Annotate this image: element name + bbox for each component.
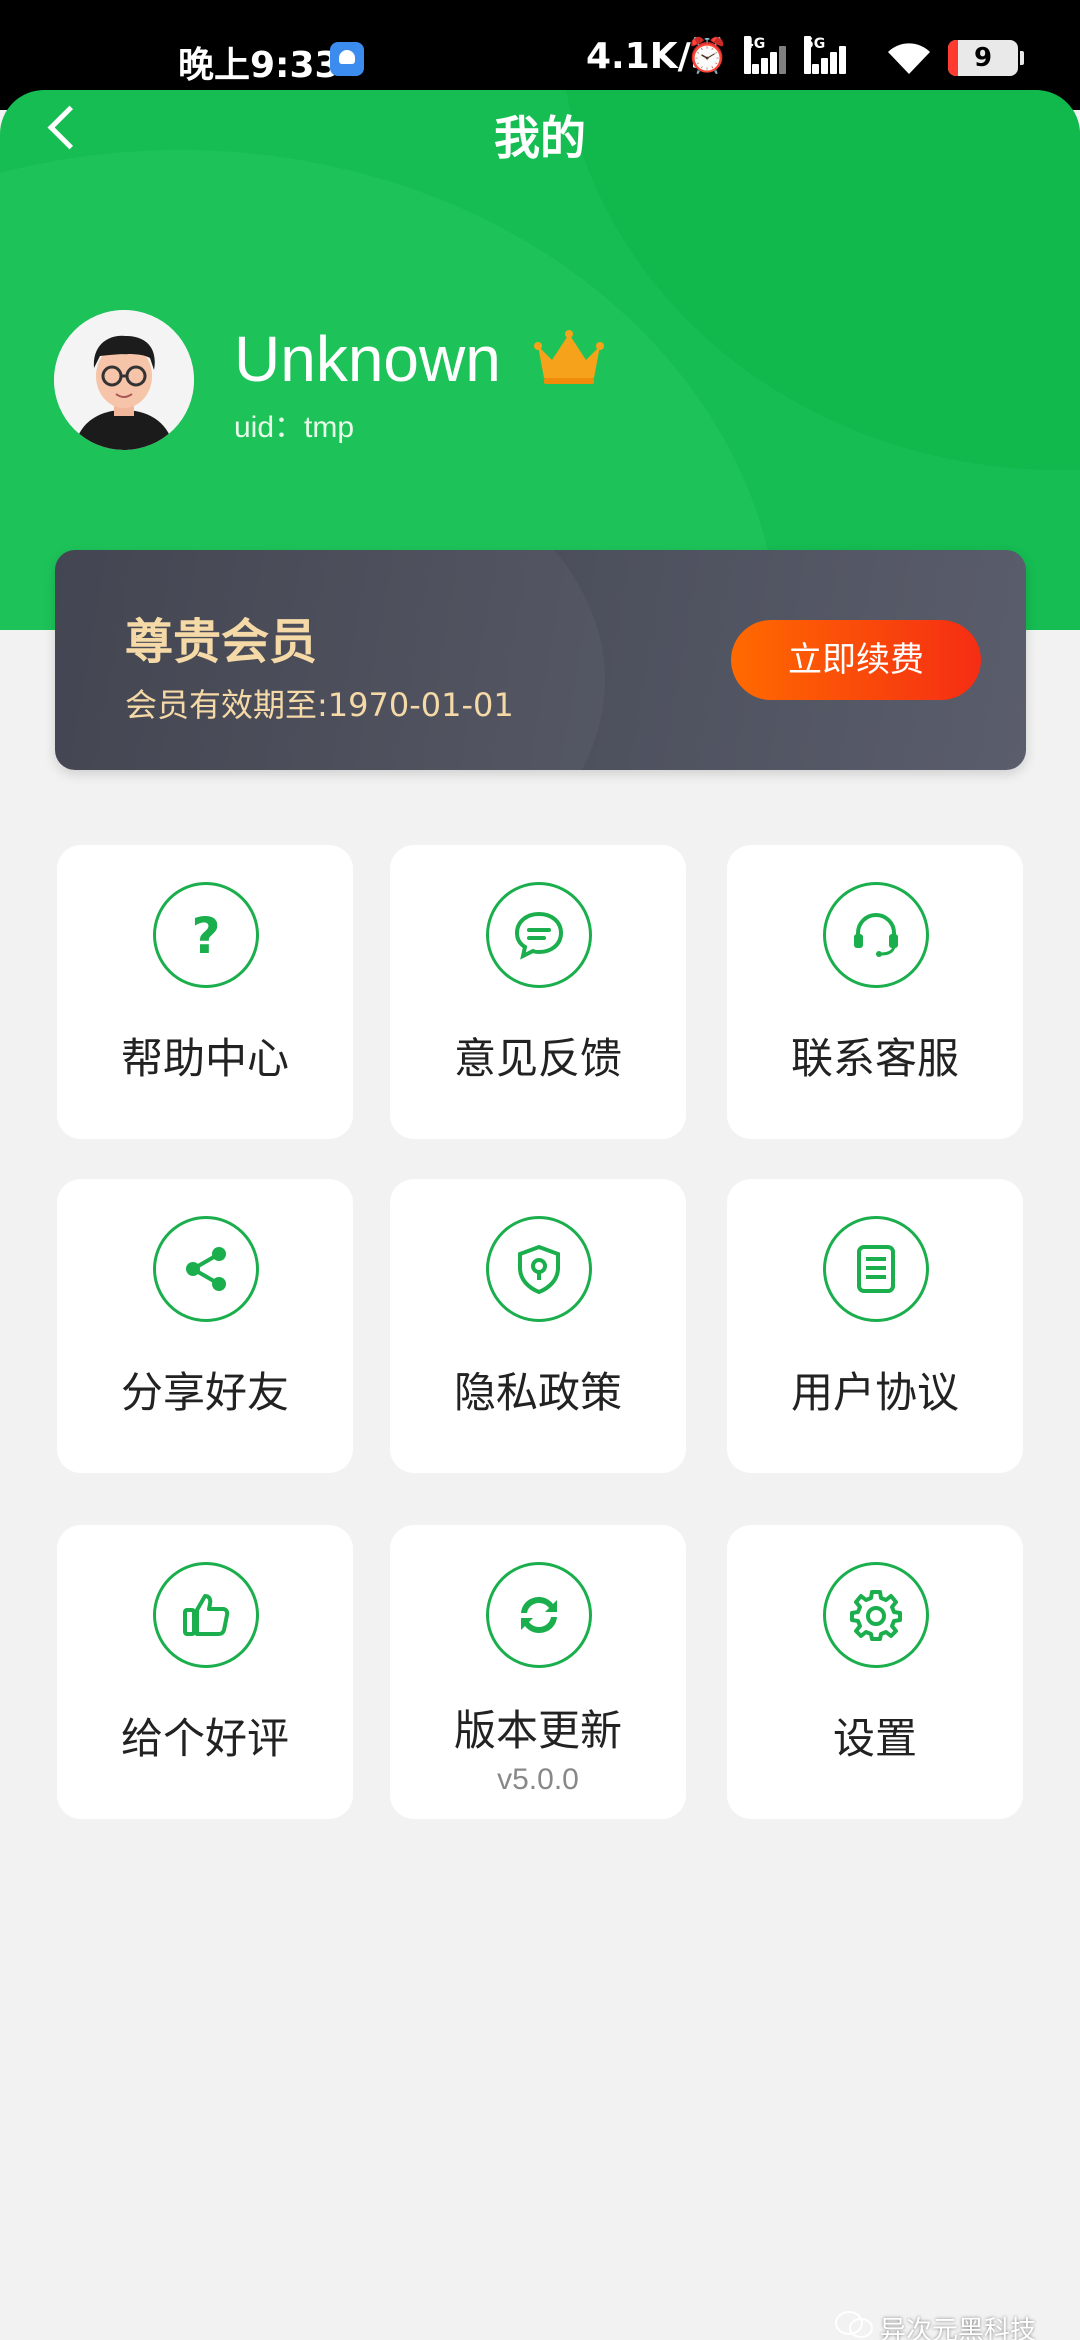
menu-label: 给个好评 [120,1714,289,1763]
gear-icon [823,1562,929,1668]
shield-icon [486,1216,592,1322]
vip-expiry: 会员有效期至:1970-01-01 [125,686,514,724]
menu-item-privacy-policy[interactable]: 隐私政策 [390,1179,686,1473]
version-number: v5.0.0 [497,1763,579,1796]
signal-4g-icon: 4G [744,36,788,74]
menu-item-feedback[interactable]: 意见反馈 [390,845,686,1139]
feedback-icon [486,882,592,988]
share-icon [153,1216,259,1322]
alarm-icon: ⏰ [686,36,729,76]
watermark: 异次元黑科技 [880,2316,1037,2340]
menu-label: 设置 [832,1714,917,1763]
menu-label: 版本更新 [453,1706,622,1755]
menu-item-rate[interactable]: 给个好评 [57,1525,353,1819]
avatar[interactable] [54,310,194,450]
menu-label: 分享好友 [120,1368,289,1417]
menu-label: 隐私政策 [453,1368,622,1417]
vip-title: 尊贵会员 [125,614,318,670]
status-time: 晚上9:33 [178,45,340,86]
menu-label: 帮助中心 [120,1034,289,1083]
menu-item-user-agreement[interactable]: 用户协议 [727,1179,1023,1473]
wifi-icon [884,38,934,87]
username: Unknown [234,323,501,395]
help-icon: ? [153,882,259,988]
menu-label: 联系客服 [790,1034,959,1083]
menu-label: 用户协议 [790,1368,959,1417]
battery-indicator: 9 [948,40,1024,76]
signal-5g-icon: 5G [804,36,848,74]
menu-item-contact-service[interactable]: 联系客服 [727,845,1023,1139]
document-icon [823,1216,929,1322]
thumbs-up-icon [153,1562,259,1668]
renew-button[interactable]: 立即续费 [731,620,981,700]
wechat-icon [834,2310,874,2340]
svg-text:?: ? [191,908,220,962]
refresh-icon [486,1562,592,1668]
headset-icon [823,882,929,988]
android-app-icon [330,42,364,76]
crown-icon [532,330,606,386]
menu-label: 意见反馈 [453,1034,622,1083]
menu-item-version-update[interactable]: 版本更新 v5.0.0 [390,1525,686,1819]
page-title: 我的 [494,111,586,165]
vip-card: 尊贵会员 会员有效期至:1970-01-01 立即续费 [55,550,1026,770]
menu-item-share-friends[interactable]: 分享好友 [57,1179,353,1473]
menu-item-settings[interactable]: 设置 [727,1525,1023,1819]
menu-item-help-center[interactable]: ? 帮助中心 [57,845,353,1139]
user-uid: uid：tmp [234,411,355,444]
